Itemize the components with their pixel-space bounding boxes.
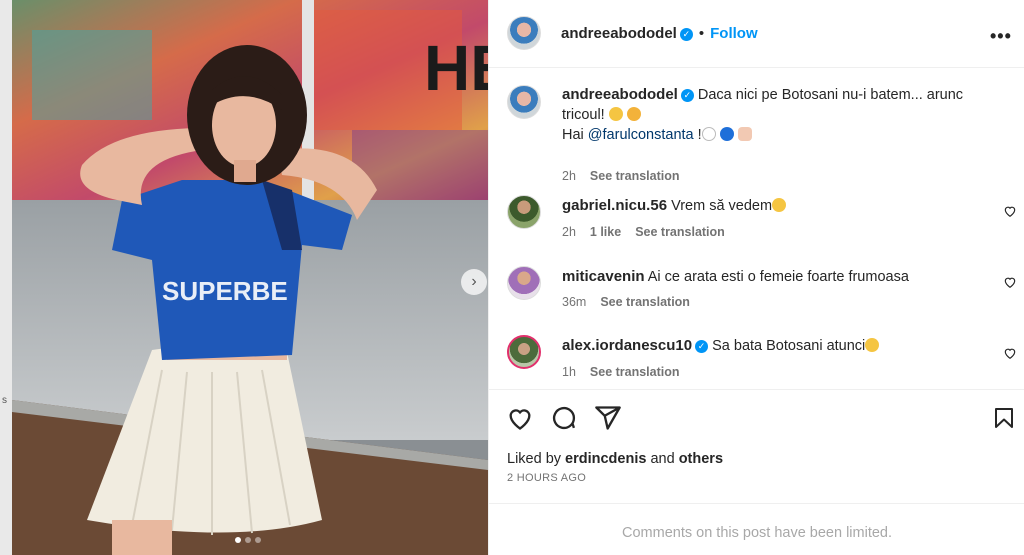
post-time-ago[interactable]: 2 HOURS AGO [507, 472, 586, 484]
commenter-avatar[interactable] [507, 335, 541, 369]
caption-username[interactable]: andreeabododel [562, 86, 678, 103]
caption-mention[interactable]: @farulconstanta [588, 127, 694, 143]
svg-text:SUPERBE: SUPERBE [162, 276, 288, 306]
grin-emoji-icon [772, 198, 787, 212]
laugh-emoji-icon [626, 107, 641, 121]
comment-likes[interactable]: 1 like [590, 225, 621, 239]
carousel-dot [235, 537, 241, 543]
author-username[interactable]: andreeabododel [561, 25, 677, 42]
comment-time: 2h [562, 225, 576, 239]
commenter-avatar[interactable] [507, 266, 541, 300]
post-header: andreeabododel ✓ • Follow ••• [489, 0, 1024, 68]
svg-text:HE: HE [424, 32, 488, 104]
liked-by-prefix: Liked by [507, 451, 562, 467]
post-actions [489, 390, 1024, 450]
comment-username[interactable]: miticavenin [562, 268, 645, 285]
instagram-post-view: s HE [0, 0, 1024, 555]
liked-by-others[interactable]: others [679, 451, 723, 467]
author-line: andreeabododel ✓ • Follow [561, 25, 758, 43]
heart-icon[interactable] [1003, 204, 1017, 218]
comment-text: miticavenin Ai ce arata esti o femeie fo… [562, 267, 985, 287]
white-circle-emoji-icon [701, 127, 716, 141]
comment-icon[interactable] [550, 404, 578, 432]
see-translation-link[interactable]: See translation [590, 365, 680, 379]
post-photo[interactable]: HE SUPERBE › [12, 0, 488, 555]
see-translation-link[interactable]: See translation [635, 225, 725, 239]
caption-hai: Hai [562, 127, 584, 143]
caption-meta: 2h See translation [562, 169, 680, 183]
likes-summary: Liked by erdincdenis and others [507, 451, 723, 467]
carousel-next-button[interactable]: › [461, 269, 487, 295]
author-avatar[interactable] [507, 85, 541, 119]
bookmark-icon[interactable] [992, 404, 1016, 432]
comment-body: Sa bata Botosani atunci [712, 338, 866, 354]
photo-illustration: HE SUPERBE [12, 0, 488, 555]
comment-time: 36m [562, 295, 587, 309]
comment-text: gabriel.nicu.56 Vrem să vedem [562, 196, 985, 216]
heart-icon[interactable] [506, 404, 534, 432]
commenter-avatar[interactable] [507, 195, 541, 229]
comment-username[interactable]: alex.iordanescu10 [562, 337, 692, 354]
heart-icon[interactable] [1003, 275, 1017, 289]
smile-emoji-icon [608, 107, 623, 121]
post-side-panel: andreeabododel ✓ • Follow ••• andreeabodode… [488, 0, 1024, 555]
caption-text: andreeabododel ✓ Daca nici pe Botosani nu… [562, 85, 985, 145]
laugh-emoji-icon [865, 338, 880, 352]
more-icon[interactable]: ••• [990, 26, 1012, 47]
carousel-dots [235, 537, 261, 543]
share-icon[interactable] [594, 404, 622, 432]
comment-meta: 2h 1 like See translation [562, 225, 725, 239]
follow-button[interactable]: Follow [710, 25, 758, 42]
verified-icon: ✓ [695, 340, 709, 353]
verified-icon: ✓ [680, 89, 694, 102]
comment-body: Ai ce arata esti o femeie foarte frumoas… [647, 269, 909, 285]
comment-username[interactable]: gabriel.nicu.56 [562, 197, 667, 214]
background-strip: s [0, 0, 12, 555]
caption-exclaim: ! [697, 127, 702, 143]
caption-time: 2h [562, 169, 576, 183]
heart-icon[interactable] [1003, 346, 1017, 360]
comment-text: alex.iordanescu10 ✓ Sa bata Botosani atun… [562, 336, 985, 356]
separator: • [698, 25, 705, 42]
comments-limited-notice: Comments on this post have been limited. [489, 503, 1024, 555]
blue-circle-emoji-icon [719, 127, 734, 141]
liked-by-user[interactable]: erdincdenis [565, 451, 646, 467]
see-translation-link[interactable]: See translation [600, 295, 690, 309]
chevron-right-icon: › [471, 273, 477, 290]
comment-meta: 36m See translation [562, 295, 690, 309]
edge-glyph: s [2, 395, 7, 406]
author-avatar[interactable] [507, 16, 541, 50]
comments-list: andreeabododel ✓ Daca nici pe Botosani nu… [489, 69, 1024, 389]
verified-icon: ✓ [679, 28, 693, 41]
carousel-dot [245, 537, 251, 543]
flexed-arm-emoji-icon [737, 127, 752, 141]
comment-meta: 1h See translation [562, 365, 680, 379]
comment-body: Vrem să vedem [671, 198, 773, 214]
comment-time: 1h [562, 365, 576, 379]
carousel-dot [255, 537, 261, 543]
see-translation-link[interactable]: See translation [590, 169, 680, 183]
liked-by-and: and [650, 451, 675, 467]
